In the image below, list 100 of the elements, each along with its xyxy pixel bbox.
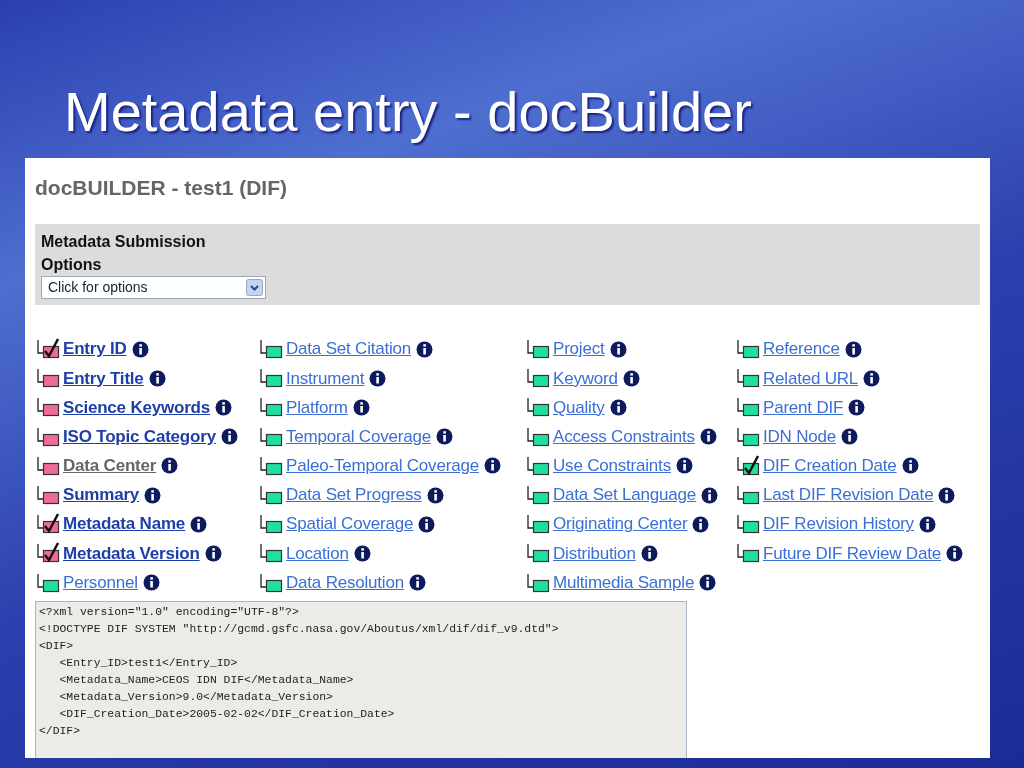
info-icon[interactable] <box>863 369 881 387</box>
info-icon[interactable] <box>699 428 717 446</box>
info-icon[interactable] <box>609 398 627 416</box>
field-link[interactable]: Data Set Progress <box>286 482 422 508</box>
info-icon[interactable] <box>844 340 862 358</box>
tree-checkbox-icon[interactable] <box>258 367 284 390</box>
field-link[interactable]: Location <box>286 540 349 567</box>
tree-checkbox-icon[interactable] <box>258 571 284 594</box>
tree-checkbox-icon[interactable] <box>735 425 761 448</box>
field-link[interactable]: Science Keywords <box>63 394 211 421</box>
tree-checkbox-icon[interactable] <box>525 484 551 507</box>
info-icon[interactable] <box>841 428 859 446</box>
field-link[interactable]: Quality <box>553 394 605 421</box>
tree-checkbox-icon[interactable] <box>258 484 284 507</box>
field-link[interactable]: Keyword <box>553 365 618 392</box>
info-icon[interactable] <box>692 515 710 533</box>
field-link[interactable]: Personnel <box>63 569 138 596</box>
field-link[interactable]: Metadata Name <box>63 511 186 537</box>
field-link[interactable]: Reference <box>763 336 840 362</box>
tree-checkbox-icon[interactable] <box>35 571 61 594</box>
info-icon[interactable] <box>622 369 640 387</box>
info-icon[interactable] <box>918 515 936 533</box>
field-link[interactable]: Temporal Coverage <box>286 423 431 450</box>
tree-checkbox-icon[interactable] <box>258 396 284 419</box>
tree-checkbox-icon[interactable] <box>525 571 551 594</box>
tree-checkbox-icon[interactable] <box>258 513 284 536</box>
tree-checkbox-icon[interactable] <box>35 425 61 448</box>
tree-checkbox-icon[interactable] <box>258 425 284 448</box>
field-link[interactable]: Multimedia Sample <box>553 569 695 596</box>
tree-checkbox-icon[interactable] <box>735 367 761 390</box>
field-link[interactable]: Entry Title <box>63 365 144 392</box>
field-link[interactable]: Entry ID <box>63 336 127 362</box>
info-icon[interactable] <box>144 486 162 504</box>
info-icon[interactable] <box>901 457 919 475</box>
tree-checkbox-icon[interactable] <box>735 484 761 507</box>
tree-checkbox-icon[interactable] <box>35 396 61 419</box>
info-icon[interactable] <box>408 574 426 592</box>
field-link[interactable]: Parent DIF <box>763 394 844 421</box>
info-icon[interactable] <box>609 340 627 358</box>
info-icon[interactable] <box>416 340 434 358</box>
field-link[interactable]: ISO Topic Category <box>63 423 216 450</box>
info-icon[interactable] <box>148 369 166 387</box>
field-link[interactable]: Last DIF Revision Date <box>763 482 934 508</box>
field-link[interactable]: Spatial Coverage <box>286 511 414 537</box>
info-icon[interactable] <box>701 486 719 504</box>
info-icon[interactable] <box>945 544 963 562</box>
field-link[interactable]: Related URL <box>763 365 859 392</box>
info-icon[interactable] <box>938 486 956 504</box>
info-icon[interactable] <box>220 428 238 446</box>
info-icon[interactable] <box>204 544 222 562</box>
tree-checkbox-icon[interactable] <box>525 425 551 448</box>
field-link[interactable]: Access Constraints <box>553 423 695 450</box>
tree-checkbox-icon[interactable] <box>735 454 761 477</box>
field-link[interactable]: Instrument <box>286 365 365 392</box>
field-link[interactable]: Data Resolution <box>286 569 404 596</box>
info-icon[interactable] <box>353 544 371 562</box>
info-icon[interactable] <box>369 369 387 387</box>
tree-checkbox-icon[interactable] <box>35 542 61 565</box>
field-link[interactable]: Data Set Language <box>553 482 697 508</box>
tree-checkbox-icon[interactable] <box>735 396 761 419</box>
field-link[interactable]: Paleo-Temporal Coverage <box>286 453 479 479</box>
info-icon[interactable] <box>190 515 208 533</box>
info-icon[interactable] <box>215 398 233 416</box>
field-link[interactable]: Project <box>553 336 605 362</box>
tree-checkbox-icon[interactable] <box>35 367 61 390</box>
info-icon[interactable] <box>131 340 149 358</box>
info-icon[interactable] <box>435 428 453 446</box>
field-link[interactable]: Data Set Citation <box>286 336 412 362</box>
field-link[interactable]: Metadata Version <box>63 540 200 567</box>
tree-checkbox-icon[interactable] <box>35 484 61 507</box>
tree-checkbox-icon[interactable] <box>525 513 551 536</box>
tree-checkbox-icon[interactable] <box>258 338 284 361</box>
field-link[interactable]: IDN Node <box>763 423 837 450</box>
info-icon[interactable] <box>483 457 501 475</box>
tree-checkbox-icon[interactable] <box>735 542 761 565</box>
tree-checkbox-icon[interactable] <box>525 338 551 361</box>
tree-checkbox-icon[interactable] <box>258 542 284 565</box>
tree-checkbox-icon[interactable] <box>735 338 761 361</box>
field-link[interactable]: Originating Center <box>553 511 688 537</box>
options-dropdown[interactable]: Click for options <box>41 275 266 299</box>
info-icon[interactable] <box>352 398 370 416</box>
field-link[interactable]: DIF Creation Date <box>763 453 897 479</box>
tree-checkbox-icon[interactable] <box>525 367 551 390</box>
info-icon[interactable] <box>848 398 866 416</box>
info-icon[interactable] <box>142 574 160 592</box>
info-icon[interactable] <box>161 457 179 475</box>
tree-checkbox-icon[interactable] <box>735 513 761 536</box>
info-icon[interactable] <box>418 515 436 533</box>
info-icon[interactable] <box>699 574 717 592</box>
info-icon[interactable] <box>426 486 444 504</box>
field-link[interactable]: Future DIF Review Date <box>763 540 941 567</box>
tree-checkbox-icon[interactable] <box>258 454 284 477</box>
field-link[interactable]: DIF Revision History <box>763 511 914 537</box>
info-icon[interactable] <box>640 544 658 562</box>
tree-checkbox-icon[interactable] <box>35 338 61 361</box>
field-link[interactable]: Summary <box>63 482 140 508</box>
field-link[interactable]: Use Constraints <box>553 453 671 479</box>
field-link[interactable]: Distribution <box>553 540 636 567</box>
tree-checkbox-icon[interactable] <box>525 542 551 565</box>
info-icon[interactable] <box>675 457 693 475</box>
